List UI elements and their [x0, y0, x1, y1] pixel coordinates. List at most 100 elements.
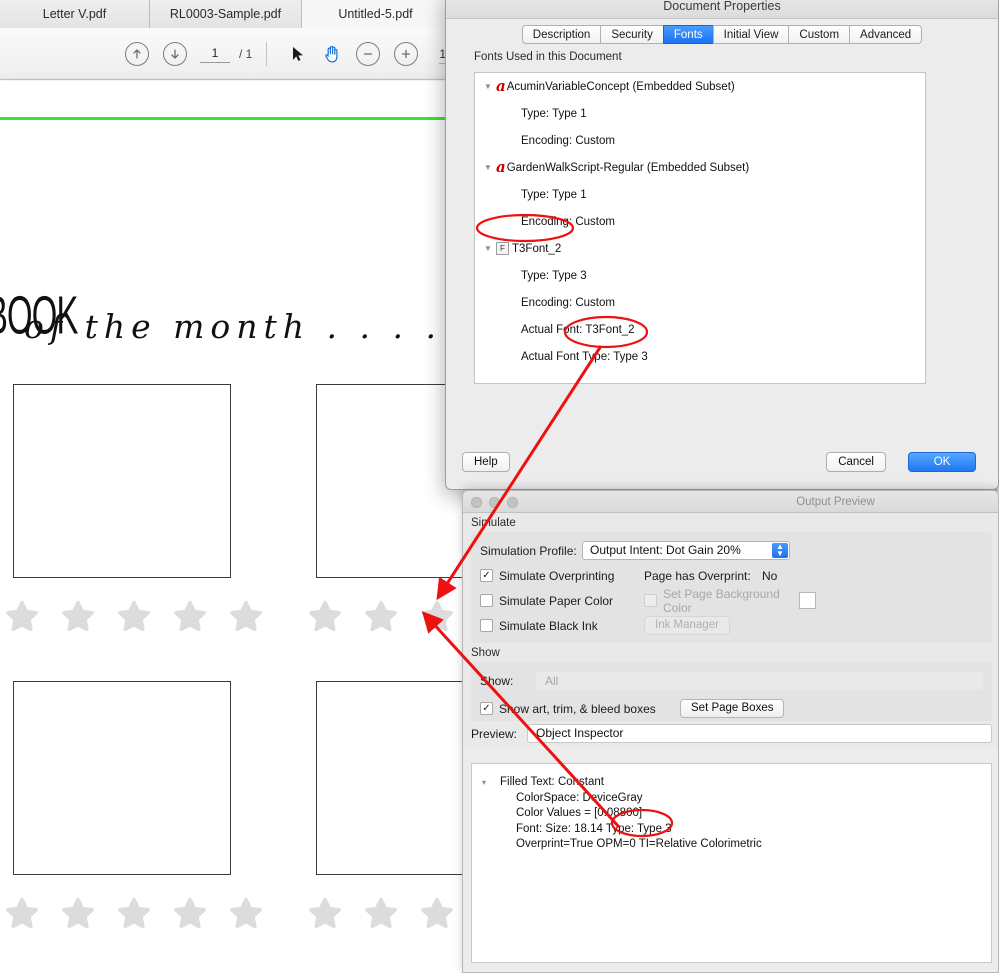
star-icon — [117, 897, 151, 930]
font-tree-item-t3font2[interactable]: ▼ F T3Font_2 — [475, 235, 925, 262]
page-background-color-swatch[interactable] — [799, 592, 816, 609]
set-page-background-color-label: Set Page Background Color — [663, 587, 799, 615]
show-art-trim-bleed-label: Show art, trim, & bleed boxes — [499, 702, 680, 716]
star-icon — [61, 897, 95, 930]
page-number-input[interactable]: 1 — [200, 44, 230, 63]
tab-description[interactable]: Description — [522, 25, 601, 44]
chevron-down-icon[interactable]: ▼ — [483, 163, 493, 173]
star-icon — [61, 600, 95, 633]
simulate-black-ink-row: Simulate Black Ink Ink Manager — [480, 613, 983, 638]
output-preview-panel[interactable]: Output Preview Simulate Simulation Profi… — [462, 490, 999, 973]
star-icon — [420, 897, 454, 930]
dialog-title: Document Properties — [446, 0, 998, 19]
preview-row: Preview: Object Inspector — [463, 721, 999, 746]
font-tree-item: Encoding: Custom — [475, 208, 925, 235]
star-rating-row — [5, 897, 263, 930]
simulation-profile-select[interactable]: Output Intent: Dot Gain 20% ▲▼ — [582, 541, 790, 560]
font-tree-item: Encoding: Custom — [475, 289, 925, 316]
output-preview-titlebar: Output Preview — [463, 491, 998, 513]
font-detail-label: Encoding: Custom — [521, 135, 615, 147]
ok-button[interactable]: OK — [908, 452, 976, 472]
inspector-row: Overprint=True OPM=0 TI=Relative Colorim… — [500, 837, 762, 853]
font-f-icon: F — [496, 242, 509, 255]
show-value[interactable]: All — [536, 672, 983, 690]
simulate-paper-color-label: Simulate Paper Color — [499, 594, 644, 608]
zoom-in-icon[interactable] — [394, 42, 418, 66]
help-button[interactable]: Help — [462, 452, 510, 472]
simulate-overprinting-label: Simulate Overprinting — [499, 569, 644, 583]
next-page-icon[interactable] — [163, 42, 187, 66]
show-label: Show: — [480, 674, 536, 688]
simulate-overprinting-checkbox[interactable]: ✓ — [480, 569, 493, 582]
heading-script: of the month . . . . . . — [24, 307, 508, 346]
simulation-profile-row: Simulation Profile: Output Intent: Dot G… — [480, 538, 983, 563]
simulate-section: Simulate Simulation Profile: Output Inte… — [463, 513, 999, 646]
cancel-button[interactable]: Cancel — [826, 452, 886, 472]
font-detail-label: Actual Font: T3Font_2 — [521, 324, 635, 336]
tab-fonts[interactable]: Fonts — [663, 25, 713, 44]
tab-advanced[interactable]: Advanced — [849, 25, 922, 44]
star-icon — [5, 897, 39, 930]
simulation-profile-label: Simulation Profile: — [480, 544, 582, 558]
image-frame — [13, 681, 231, 875]
page-has-overprint-label: Page has Overprint: — [644, 569, 762, 583]
inspector-row-font-type: Font: Size: 18.14 Type: Type 3 — [500, 822, 762, 838]
zoom-out-icon[interactable] — [356, 42, 380, 66]
fonts-used-label: Fonts Used in this Document — [474, 51, 977, 63]
fonts-list[interactable]: ▼ a AcuminVariableConcept (Embedded Subs… — [474, 72, 926, 384]
tab-rl0003-sample[interactable]: RL0003-Sample.pdf — [150, 0, 302, 28]
previous-page-icon[interactable] — [125, 42, 149, 66]
set-page-boxes-button[interactable]: Set Page Boxes — [680, 699, 784, 718]
star-icon — [229, 897, 263, 930]
font-tree-item: Encoding: Custom — [475, 127, 925, 154]
star-icon — [308, 600, 342, 633]
font-tree-item[interactable]: ▼ a AcuminVariableConcept (Embedded Subs… — [475, 73, 925, 100]
hand-icon[interactable] — [319, 41, 345, 67]
cursor-arrow-icon[interactable] — [285, 41, 311, 67]
tab-untitled-5[interactable]: Untitled-5.pdf — [302, 0, 450, 28]
inspector-row: Color Values = [0.08800] — [500, 806, 762, 822]
simulate-black-ink-checkbox[interactable] — [480, 619, 493, 632]
page-total-label: / 1 — [239, 47, 252, 61]
simulate-overprinting-row: ✓ Simulate Overprinting Page has Overpri… — [480, 563, 983, 588]
simulate-paper-color-row: Simulate Paper Color Set Page Background… — [480, 588, 983, 613]
simulation-profile-value: Output Intent: Dot Gain 20% — [590, 543, 741, 557]
preview-select[interactable]: Object Inspector — [527, 724, 992, 743]
font-a-icon: a — [496, 160, 506, 175]
font-tree-item[interactable]: ▼ a GardenWalkScript-Regular (Embedded S… — [475, 154, 925, 181]
chevron-down-icon[interactable]: ▼ — [483, 244, 493, 254]
document-properties-dialog[interactable]: Document Properties Description Security… — [445, 0, 999, 490]
star-icon — [229, 600, 263, 633]
font-detail-label: Actual Font Type: Type 3 — [521, 351, 648, 363]
fonts-panel: Fonts Used in this Document ▼ a AcuminVa… — [469, 51, 977, 406]
toolbar-divider — [266, 42, 267, 66]
font-tree-item-actual-font-type: Actual Font Type: Type 3 — [475, 343, 925, 370]
star-icon — [5, 600, 39, 633]
show-section-label: Show — [463, 643, 999, 662]
star-icon — [420, 600, 454, 633]
tab-label: Untitled-5.pdf — [338, 7, 412, 21]
chevron-down-icon[interactable]: ▼ — [483, 82, 493, 92]
star-icon — [308, 897, 342, 930]
tab-initial-view[interactable]: Initial View — [713, 25, 789, 44]
font-tree-item: Actual Font: T3Font_2 — [475, 316, 925, 343]
page-has-overprint-value: No — [762, 569, 777, 583]
simulate-black-ink-label: Simulate Black Ink — [499, 619, 644, 633]
tab-custom[interactable]: Custom — [788, 25, 849, 44]
object-inspector-box[interactable]: ▾ Filled Text: Constant ColorSpace: Devi… — [471, 763, 992, 963]
font-detail-label: Type: Type 1 — [521, 108, 587, 120]
output-preview-title: Output Preview — [463, 491, 998, 513]
tab-security[interactable]: Security — [600, 25, 663, 44]
show-art-trim-bleed-checkbox[interactable]: ✓ — [480, 702, 493, 715]
tab-letter-v[interactable]: Letter V.pdf — [0, 0, 150, 28]
preview-section: Preview: Object Inspector — [463, 721, 999, 746]
dialog-footer: Help Cancel OK — [446, 443, 999, 489]
simulate-paper-color-checkbox[interactable] — [480, 594, 493, 607]
chevron-up-down-icon[interactable]: ▲▼ — [772, 543, 788, 558]
chevron-down-icon[interactable]: ▾ — [482, 775, 500, 791]
star-icon — [117, 600, 151, 633]
star-icon — [364, 600, 398, 633]
image-frame — [13, 384, 231, 578]
star-icon — [364, 897, 398, 930]
font-a-icon: a — [496, 79, 506, 94]
